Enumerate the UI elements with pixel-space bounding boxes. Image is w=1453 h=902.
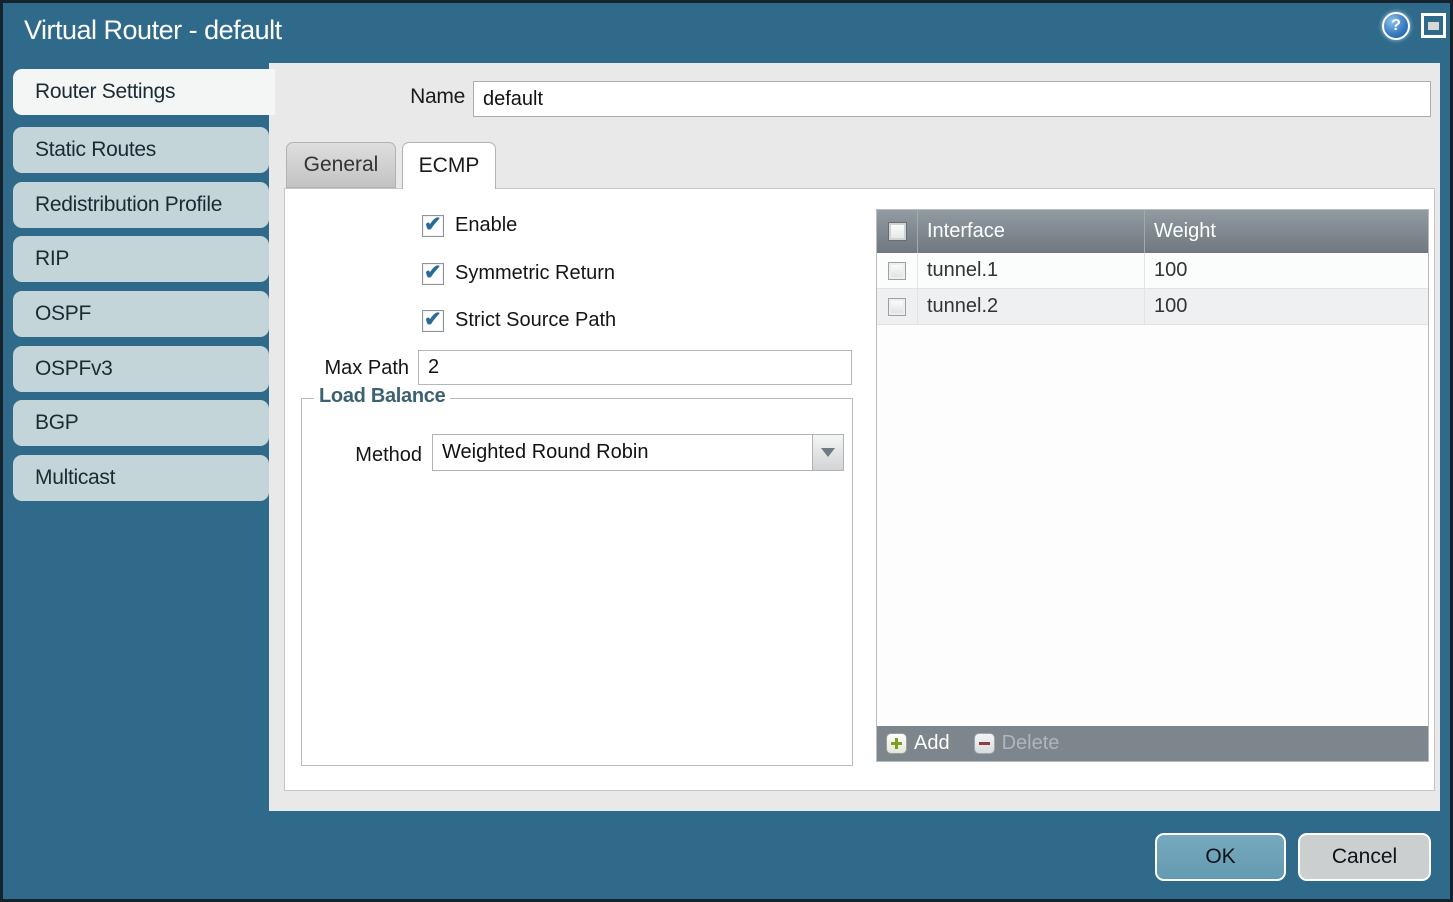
delete-button[interactable]: Delete bbox=[974, 732, 1060, 755]
enable-label: Enable bbox=[455, 214, 517, 237]
sidebar-item-rip[interactable]: RIP bbox=[13, 236, 269, 282]
max-path-label: Max Path bbox=[285, 357, 409, 380]
tab-label: ECMP bbox=[419, 154, 480, 178]
name-input[interactable] bbox=[473, 81, 1431, 117]
sidebar-item-bgp[interactable]: BGP bbox=[13, 400, 269, 446]
sidebar-item-router-settings[interactable]: Router Settings bbox=[13, 69, 275, 115]
max-path-input[interactable] bbox=[418, 350, 852, 385]
sidebar-item-ospf[interactable]: OSPF bbox=[13, 291, 269, 337]
enable-checkbox[interactable] bbox=[422, 215, 444, 237]
sidebar-item-multicast[interactable]: Multicast bbox=[13, 455, 269, 501]
dialog-title: Virtual Router - default bbox=[24, 15, 282, 46]
sidebar-item-label: Multicast bbox=[35, 466, 115, 490]
sidebar-item-label: BGP bbox=[35, 411, 78, 435]
dropdown-button[interactable] bbox=[812, 435, 843, 470]
interface-table: Interface Weight tunnel.1 100 tunnel.2 1… bbox=[876, 209, 1429, 762]
cell-interface: tunnel.1 bbox=[917, 253, 1144, 288]
sidebar-item-label: Static Routes bbox=[35, 138, 156, 162]
ok-button-label: OK bbox=[1205, 845, 1235, 869]
symmetric-return-checkbox-row: Symmetric Return bbox=[422, 262, 615, 285]
table-empty-area bbox=[877, 325, 1428, 726]
enable-checkbox-row: Enable bbox=[422, 214, 517, 237]
sidebar-item-label: Router Settings bbox=[35, 80, 175, 104]
sidebar-item-label: OSPF bbox=[35, 302, 91, 326]
symmetric-return-label: Symmetric Return bbox=[455, 262, 615, 285]
symmetric-return-checkbox[interactable] bbox=[422, 263, 444, 285]
table-row[interactable]: tunnel.2 100 bbox=[877, 289, 1428, 325]
sidebar-item-label: RIP bbox=[35, 247, 69, 271]
strict-source-path-label: Strict Source Path bbox=[455, 309, 616, 332]
column-header-interface[interactable]: Interface bbox=[917, 210, 1144, 253]
sidebar-item-redistribution-profile[interactable]: Redistribution Profile bbox=[13, 182, 269, 228]
sidebar-item-label: OSPFv3 bbox=[35, 357, 113, 381]
delete-button-label: Delete bbox=[1002, 732, 1060, 755]
table-row[interactable]: tunnel.1 100 bbox=[877, 253, 1428, 289]
cell-interface: tunnel.2 bbox=[917, 289, 1144, 324]
ecmp-panel: Enable Symmetric Return Strict Source Pa… bbox=[284, 188, 1435, 791]
virtual-router-dialog: Virtual Router - default Router Settings… bbox=[0, 0, 1453, 902]
load-balance-group: Load Balance Method Weighted Round Robin bbox=[301, 398, 853, 766]
cell-weight: 100 bbox=[1144, 253, 1428, 288]
minus-icon bbox=[974, 733, 995, 754]
select-all-checkbox[interactable] bbox=[888, 222, 907, 241]
cancel-button-label: Cancel bbox=[1332, 845, 1397, 869]
table-toolbar: Add Delete bbox=[877, 726, 1428, 761]
add-button[interactable]: Add bbox=[886, 732, 950, 755]
tab-label: General bbox=[304, 153, 379, 177]
row-checkbox[interactable] bbox=[888, 262, 906, 280]
method-dropdown[interactable]: Weighted Round Robin bbox=[432, 434, 844, 471]
sidebar-item-ospfv3[interactable]: OSPFv3 bbox=[13, 346, 269, 392]
strict-source-path-checkbox[interactable] bbox=[422, 310, 444, 332]
cancel-button[interactable]: Cancel bbox=[1298, 833, 1431, 881]
tab-general[interactable]: General bbox=[286, 142, 396, 188]
table-header-row: Interface Weight bbox=[877, 210, 1428, 253]
strict-source-path-checkbox-row: Strict Source Path bbox=[422, 309, 616, 332]
window-restore-icon[interactable] bbox=[1421, 13, 1446, 38]
column-header-weight[interactable]: Weight bbox=[1144, 210, 1428, 253]
row-checkbox[interactable] bbox=[888, 298, 906, 316]
load-balance-legend: Load Balance bbox=[314, 385, 450, 408]
method-selected-value: Weighted Round Robin bbox=[433, 435, 812, 470]
ok-button[interactable]: OK bbox=[1155, 833, 1286, 881]
method-label: Method bbox=[332, 444, 422, 467]
chevron-down-icon bbox=[821, 448, 835, 457]
help-icon[interactable] bbox=[1382, 12, 1410, 40]
sidebar-item-label: Redistribution Profile bbox=[35, 193, 222, 217]
sidebar-item-static-routes[interactable]: Static Routes bbox=[13, 127, 269, 173]
name-label: Name bbox=[269, 85, 465, 109]
cell-weight: 100 bbox=[1144, 289, 1428, 324]
content-area: Name General ECMP Enable Symmetric Retur… bbox=[269, 63, 1440, 811]
add-button-label: Add bbox=[914, 732, 950, 755]
tab-ecmp[interactable]: ECMP bbox=[402, 142, 496, 189]
plus-icon bbox=[886, 733, 907, 754]
